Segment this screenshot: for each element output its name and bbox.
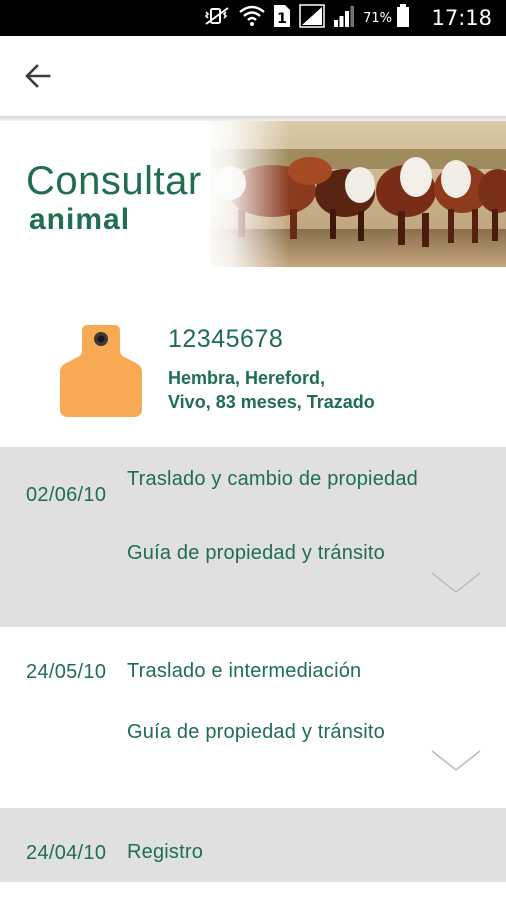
- status-bar: 1 71% 17:18: [0, 0, 506, 36]
- event-document[interactable]: Guía de propiedad y tránsito: [127, 721, 385, 744]
- chevron-down-icon[interactable]: [430, 571, 482, 595]
- list-item[interactable]: 02/06/10 Traslado y cambio de propiedad …: [0, 447, 506, 627]
- list-item[interactable]: 24/05/10 Traslado e intermediación Guía …: [0, 627, 506, 808]
- animal-summary: 12345678 Hembra, Hereford, Vivo, 83 mese…: [0, 267, 506, 447]
- back-button[interactable]: [18, 56, 58, 96]
- list-item[interactable]: 24/04/10 Registro: [0, 808, 506, 882]
- arrow-left-icon: [25, 64, 51, 88]
- signal-icon: [333, 4, 355, 32]
- status-icons: 1 71%: [203, 4, 410, 32]
- event-document[interactable]: Guía de propiedad y tránsito: [127, 542, 385, 565]
- event-type: Traslado e intermediación: [127, 660, 362, 682]
- battery-percent: 71%: [363, 10, 392, 26]
- battery-icon: [396, 4, 410, 32]
- animal-description: Hembra, Hereford, Vivo, 83 meses, Trazad…: [168, 366, 375, 414]
- chevron-down-icon[interactable]: [430, 749, 482, 773]
- event-date: 24/05/10: [26, 661, 107, 683]
- event-date: 24/04/10: [26, 842, 107, 864]
- wifi-icon: [239, 5, 265, 31]
- status-time: 17:18: [431, 6, 492, 30]
- ear-tag-icon: [60, 325, 142, 417]
- mute-vibrate-icon: [203, 6, 231, 30]
- event-type: Traslado y cambio de propiedad: [127, 468, 418, 490]
- animal-id: 12345678: [168, 325, 284, 353]
- event-date: 02/06/10: [26, 484, 107, 506]
- app-bar: [0, 36, 506, 116]
- page-title: Consultar: [26, 159, 202, 203]
- animal-description-line1: Hembra, Hereford,: [168, 368, 326, 388]
- banner-fade: [200, 121, 290, 267]
- page-banner: Consultar animal: [0, 121, 506, 267]
- sim-1-icon: 1: [273, 4, 291, 32]
- animal-description-line2: Vivo, 83 meses, Trazado: [168, 392, 375, 412]
- signal-icon: [299, 4, 325, 32]
- page-subtitle: animal: [29, 203, 131, 236]
- event-type: Registro: [127, 841, 204, 863]
- sim-slot-label: 1: [277, 11, 287, 27]
